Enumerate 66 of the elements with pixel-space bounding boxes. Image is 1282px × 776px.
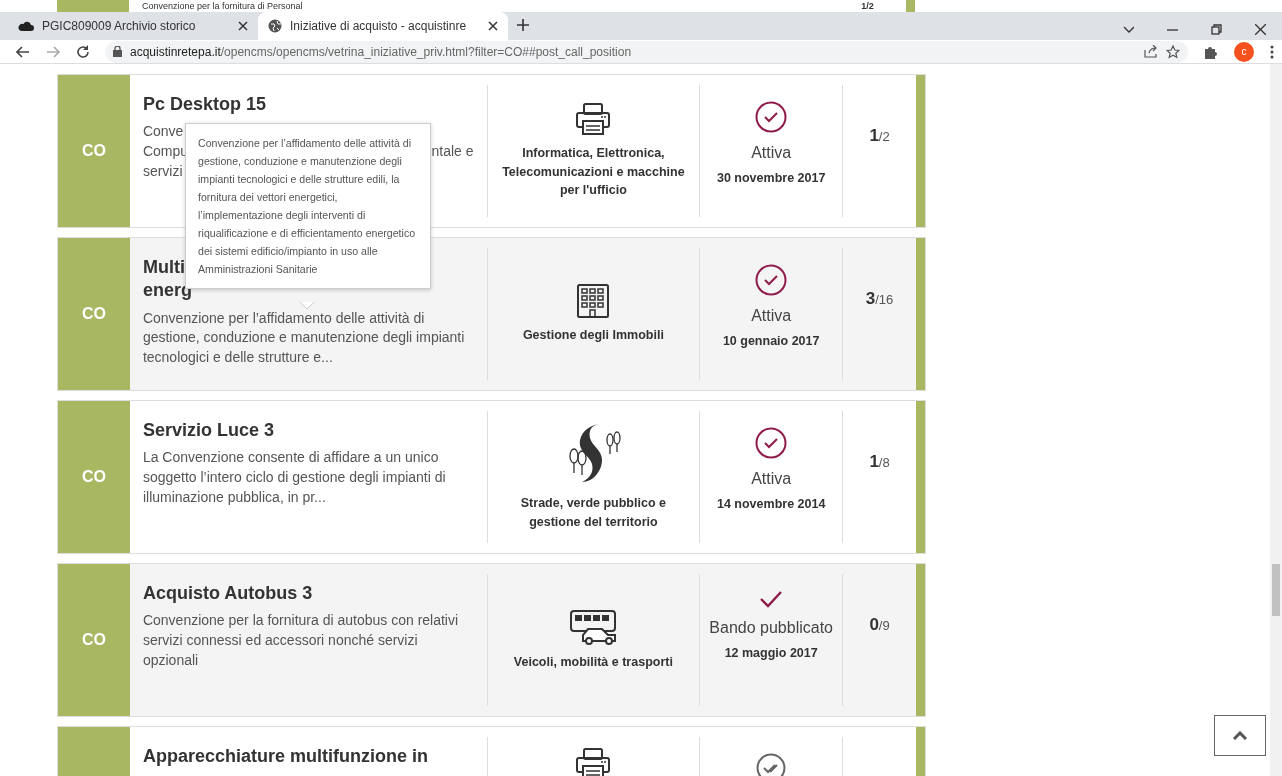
date-text: 14 novembre 2014 [716,496,826,513]
category-code: CO [81,467,106,487]
tooltip: Convenzione per l’affidamento delle attività di gestione, conduzione e manutenzione degli impianti tecnologici e delle strutture edili, la fornitura dei vettori energetici, l’implementazione degli interventi di riqualificazione e di efficientamento energetico dei sistemi edificio/impianto in uso alle Amministrazioni Sanitarie [185,123,431,289]
category-code: CO [81,141,106,161]
status-text: Attiva [751,143,792,163]
building-icon [576,283,611,318]
forward-icon [46,45,60,58]
accent-bar [906,0,915,12]
date-text: 30 novembre 2017 [716,170,826,187]
browser-tab[interactable]: PGIC809009 Archivio storico [8,12,258,40]
puzzle-piece-icon [1204,44,1218,59]
address-bar[interactable]: acquistinretepa.it/opencms/opencms/vetrina_iniziative_priv.html?filter=CO##post_call_position [105,40,1188,63]
lot-count: 1/8 [869,453,890,470]
count-text: 1/2 [860,0,875,12]
url-text: acquistinretepa.it/opencms/opencms/vetrina_iniziative_priv.html?filter=CO##post_call_position [130,43,633,61]
menu-icon [1270,44,1274,59]
description-text: Conve [142,122,184,142]
lot-count: 0/9 [869,616,890,633]
description-text: servizi [142,161,183,181]
restore-icon [1210,23,1222,35]
title-text: Acquisto Autobus 3 [142,582,313,605]
category-label: Veicoli, mobilità e trasporti [513,653,673,671]
scrollbar[interactable] [1270,64,1282,776]
description-text: Convenzione per la fornitura di Personal [142,0,304,12]
status-text: Bando pubblicato [709,618,833,638]
printer-icon [575,747,612,776]
lot-count: 1/2 [869,127,890,144]
date-text: 10 gennaio 2017 [722,333,820,350]
close-icon [1254,23,1266,35]
title-text: Pc Desktop 15 [142,93,266,116]
lot-count: 3/16 [865,290,894,307]
title-text: Multi [142,256,185,279]
description-text: La Convenzione consente di affidare a un unico soggetto l’intero ciclo di gestione degli impianti di illuminazione pubblica, in pr... [142,448,447,507]
title-text: Servizio Luce 3 [142,419,274,442]
lock-icon [113,46,122,57]
globe-icon [268,19,282,33]
chevron-up-icon [1233,731,1247,740]
category-label: Strade, verde pubblico e gestione del territorio [519,495,667,531]
category-band [57,0,129,12]
close-icon [488,21,498,31]
title-text: Apparecchiature multifunzione in [142,745,428,768]
description-text: Convenzione per l’affidamento delle attività di gestione, conduzione e manutenzione degli impianti tecnologici e delle strutture e... [142,308,466,367]
bus-and-car-icon [569,608,618,645]
description-text: ntale e [431,142,474,161]
browser-tab[interactable]: Iniziative di acquisto - acquistinre [258,12,508,40]
category-label: Gestione degli Immobili [522,326,664,344]
category-label: Informatica, Elettronica, Telecomunicazioni e macchine per l'ufficio [501,144,686,200]
initiative-card[interactable]: Apparecchiature multifunzione in [57,726,926,776]
cloud-icon [18,20,34,32]
status-text: Attiva [751,306,792,326]
close-icon [238,21,248,31]
description-text: Convenzione per la fornitura di autobus con relativi servizi connessi ed accessori nonché servizi opzionali [142,611,460,670]
status-text: Attiva [751,469,792,489]
star-icon [1166,44,1180,59]
initiative-card[interactable]: CO Acquisto Autobus 3 Convenzione per la fornitura di autobus con relativi servizi connessi ed accessori nonché servizi opzionali Veicoli, mobilità e trasporti Bando pubblicato 12 maggio 2017 0/9 [57,563,926,717]
back-to-top-button[interactable] [1214,715,1266,756]
date-text: 12 maggio 2017 [724,645,818,662]
printer-icon [575,101,612,136]
back-icon [16,45,30,58]
share-icon [1144,45,1158,58]
category-code: CO [81,304,106,324]
category-code: CO [81,630,106,650]
initiative-card[interactable] [57,400,926,554]
tooltip-arrow [300,302,314,310]
plus-icon [517,19,529,32]
reload-icon [76,45,89,58]
